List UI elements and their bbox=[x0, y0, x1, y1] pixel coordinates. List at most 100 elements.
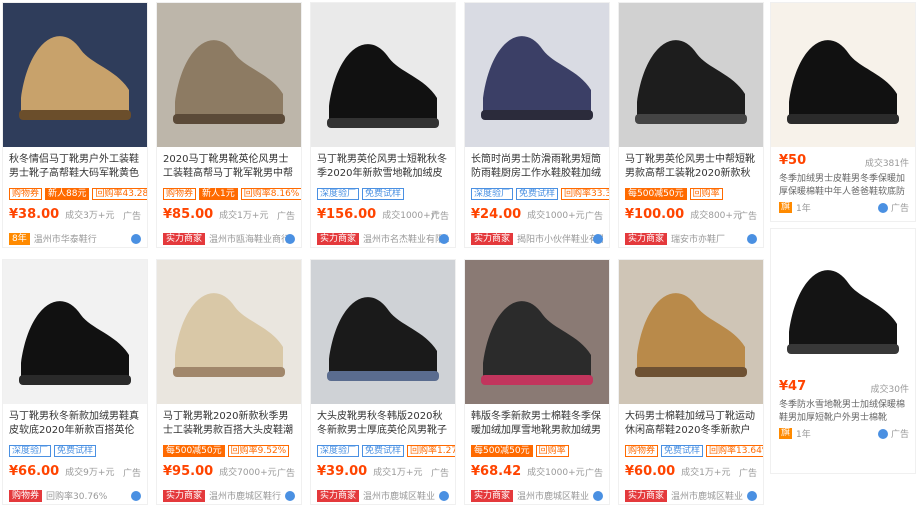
product-card[interactable]: 2020马丁靴男靴英伦风男士工装鞋高帮马丁靴军靴男中帮男鞋购物券新人1元回购率8… bbox=[156, 2, 302, 248]
service-icon[interactable] bbox=[747, 491, 757, 501]
product-price: ¥38.00 成交3万+元 bbox=[9, 207, 114, 222]
product-card[interactable]: 马丁靴男靴2020新款秋季男士工装靴男款百搭大头皮鞋潮流休闲高帮男鞋每500减5… bbox=[156, 259, 302, 505]
product-image[interactable] bbox=[311, 3, 456, 147]
product-image[interactable] bbox=[3, 3, 148, 147]
shop-name[interactable]: 瑞安市亦鞋厂 bbox=[671, 232, 725, 245]
product-card[interactable]: 马丁靴男秋冬新款加绒男鞋真皮软底2020年新款百搭英伦风韩版男靴子深度验厂免费试… bbox=[2, 259, 148, 505]
product-image[interactable] bbox=[157, 3, 302, 147]
product-card[interactable]: 韩版冬季新款男士棉鞋冬季保暖加绒加厚雪地靴男款加绒男士短靴棉鞋每500减50元回… bbox=[464, 259, 610, 505]
price-value: ¥39.00 bbox=[317, 464, 368, 479]
product-tag: 回购率1.27% bbox=[407, 445, 455, 457]
product-image-wrap[interactable] bbox=[3, 3, 148, 147]
shop-row[interactable]: 实力商家揭阳市小伙伴鞋业有限公司 bbox=[471, 232, 603, 245]
product-image[interactable] bbox=[619, 260, 764, 404]
side-product-card[interactable]: ¥50 成交381件冬季加绒男士皮鞋男冬季保暖加厚保暖棉鞋中年人爸爸鞋软底防滑男鞋… bbox=[770, 2, 916, 222]
service-icon[interactable] bbox=[877, 428, 888, 439]
side-title[interactable]: 冬季防水雪地靴男士加绒保暖棉鞋男加厚短靴户外男士棉靴 bbox=[779, 399, 909, 425]
product-card[interactable]: 大头皮靴男秋冬韩版2020秋冬新款男士厚底英伦风男靴子百搭时尚短靴深度验厂免费试… bbox=[310, 259, 456, 505]
product-card[interactable]: 马丁靴男英伦风男士短靴秋冬季2020年新款雪地靴加绒皮靴保暖靴子深度验厂免费试样… bbox=[310, 2, 456, 248]
product-image-wrap[interactable] bbox=[157, 3, 302, 147]
product-title[interactable]: 马丁靴男秋冬新款加绒男鞋真皮软底2020年新款百搭英伦风韩版男靴子 bbox=[9, 410, 143, 438]
product-tag: 每500减50元 bbox=[163, 445, 225, 457]
product-card[interactable]: 秋冬情侣马丁靴男户外工装鞋男士靴子高帮鞋大码军靴黄色 购物券 新人88元 回购率43.… bbox=[2, 2, 148, 248]
shop-name[interactable]: 温州市鹿城区鞋业 bbox=[671, 489, 743, 502]
product-image-wrap[interactable] bbox=[157, 260, 302, 404]
product-image[interactable] bbox=[157, 260, 302, 404]
product-title[interactable]: 马丁靴男英伦风男士短靴秋冬季2020年新款雪地靴加绒皮靴保暖靴子 bbox=[317, 153, 451, 181]
product-card[interactable]: 长筒时尚男士防滑雨靴男短筒防雨鞋厨房工作水鞋胶鞋加绒雨靴子深度验厂免费试样回购率… bbox=[464, 2, 610, 248]
shop-name[interactable]: 温州市华泰鞋行 bbox=[34, 232, 97, 245]
shop-name[interactable]: 温州市名杰鞋业有限公司 bbox=[363, 232, 449, 245]
shop-name[interactable]: 温州市瓯海鞋业商行 bbox=[209, 232, 290, 245]
product-image[interactable] bbox=[771, 3, 916, 147]
product-image[interactable] bbox=[465, 260, 610, 404]
product-image[interactable] bbox=[465, 3, 610, 147]
product-image[interactable] bbox=[771, 229, 916, 373]
product-title[interactable]: 秋冬情侣马丁靴男户外工装鞋男士靴子高帮鞋大码军靴黄色 bbox=[9, 153, 143, 181]
service-icon[interactable] bbox=[439, 491, 449, 501]
shop-row[interactable]: 实力商家 温州市鹿城区鞋业 bbox=[317, 489, 449, 502]
side-product-image-wrap[interactable] bbox=[771, 229, 915, 373]
product-title[interactable]: 大码男士棉鞋加绒马丁靴运动休闲高帮鞋2020冬季新款户外保暖棉鞋 bbox=[625, 410, 759, 438]
shop-row[interactable]: 实力商家 温州市鹿城区鞋业 bbox=[471, 489, 603, 502]
product-image-wrap[interactable] bbox=[619, 260, 764, 404]
product-title[interactable]: 马丁靴男英伦风男士中帮短靴男款高帮工装靴2020新款秋冬男鞋子 bbox=[625, 153, 759, 181]
product-price: ¥68.42 成交1000+元 bbox=[471, 464, 585, 479]
product-title[interactable]: 长筒时尚男士防滑雨靴男短筒防雨鞋厨房工作水鞋胶鞋加绒雨靴子 bbox=[471, 153, 605, 181]
price-value: ¥66.00 bbox=[9, 464, 60, 479]
shop-row[interactable]: 实力商家 温州市瓯海鞋业商行 bbox=[163, 232, 295, 245]
boot-sole bbox=[173, 114, 285, 124]
shop-row[interactable]: 实力商家 温州市鹿城区鞋行 bbox=[163, 489, 295, 502]
shop-name[interactable]: 温州市鹿城区鞋行 bbox=[209, 489, 281, 502]
product-tag: 购物券 bbox=[163, 188, 197, 200]
side-title[interactable]: 冬季加绒男士皮鞋男冬季保暖加厚保暖棉鞋中年人爸爸鞋软底防滑男鞋 bbox=[779, 173, 909, 199]
boot-sole bbox=[787, 114, 899, 124]
shop-row[interactable]: 实力商家 瑞安市亦鞋厂 bbox=[625, 232, 757, 245]
product-image-wrap[interactable] bbox=[311, 260, 456, 404]
shop-name[interactable]: 温州市鹿城区鞋业 bbox=[517, 489, 589, 502]
product-image-wrap[interactable] bbox=[619, 3, 764, 147]
product-title[interactable]: 2020马丁靴男靴英伦风男士工装鞋高帮马丁靴军靴男中帮男鞋 bbox=[163, 153, 297, 181]
product-title[interactable]: 韩版冬季新款男士棉鞋冬季保暖加绒加厚雪地靴男款加绒男士短靴棉鞋 bbox=[471, 410, 605, 438]
shop-name[interactable]: 回购率30.76% bbox=[46, 489, 107, 502]
service-icon[interactable] bbox=[593, 234, 603, 244]
shop-row[interactable]: 购物券 回购率30.76% bbox=[9, 489, 141, 502]
price-value: ¥100.00 bbox=[625, 207, 685, 222]
service-icon[interactable] bbox=[747, 234, 757, 244]
side-product-card[interactable]: ¥47 成交30件 冬季防水雪地靴男士加绒保暖棉鞋男加厚短靴户外男士棉靴旗 1年 广告 bbox=[770, 228, 916, 474]
product-card[interactable]: 大码男士棉鞋加绒马丁靴运动休闲高帮鞋2020冬季新款户外保暖棉鞋购物券免费试样回… bbox=[618, 259, 764, 505]
side-product-image-wrap[interactable] bbox=[771, 3, 915, 147]
service-icon[interactable] bbox=[593, 491, 603, 501]
shop-row[interactable]: 实力商家 温州市鹿城区鞋业 bbox=[625, 489, 757, 502]
service-icon[interactable] bbox=[131, 491, 141, 501]
ad-label: 广告 bbox=[122, 212, 141, 222]
product-image-wrap[interactable] bbox=[311, 3, 456, 147]
product-image[interactable] bbox=[3, 260, 148, 404]
shop-name[interactable]: 揭阳市小伙伴鞋业有限公司 bbox=[517, 232, 603, 245]
product-tag: 深度验厂 bbox=[317, 445, 360, 457]
product-title[interactable]: 马丁靴男靴2020新款秋季男士工装靴男款百搭大头皮鞋潮流休闲高帮男鞋 bbox=[163, 410, 297, 438]
service-icon[interactable] bbox=[439, 234, 449, 244]
boot-sole bbox=[481, 110, 593, 120]
product-image[interactable] bbox=[619, 3, 764, 147]
shop-row[interactable]: 8年 温州市华泰鞋行 bbox=[9, 232, 141, 245]
service-icon[interactable] bbox=[131, 234, 141, 244]
service-icon[interactable] bbox=[877, 202, 888, 213]
ad-label: 广告 bbox=[584, 212, 603, 222]
product-image-wrap[interactable] bbox=[3, 260, 148, 404]
boot-sole bbox=[173, 367, 285, 377]
product-image-wrap[interactable] bbox=[465, 3, 610, 147]
shop-row[interactable]: 实力商家温州市名杰鞋业有限公司 bbox=[317, 232, 449, 245]
product-title[interactable]: 大头皮靴男秋冬韩版2020秋冬新款男士厚底英伦风男靴子百搭时尚短靴 bbox=[317, 410, 451, 438]
price-value: ¥38.00 bbox=[9, 207, 60, 222]
product-tag: 免费试样 bbox=[516, 188, 559, 200]
product-grid: 秋冬情侣马丁靴男户外工装鞋男士靴子高帮鞋大码军靴黄色 购物券 新人88元 回购率43.… bbox=[0, 0, 920, 505]
product-image[interactable] bbox=[311, 260, 456, 404]
shop-name[interactable]: 温州市鹿城区鞋业 bbox=[363, 489, 435, 502]
service-icon[interactable] bbox=[285, 491, 295, 501]
product-image-wrap[interactable] bbox=[465, 260, 610, 404]
service-icon[interactable] bbox=[285, 234, 295, 244]
product-card[interactable]: 马丁靴男英伦风男士中帮短靴男款高帮工装靴2020新款秋冬男鞋子每500减50元回… bbox=[618, 2, 764, 248]
product-tag: 深度验厂 bbox=[317, 188, 360, 200]
side-ad: 广告 bbox=[877, 201, 909, 214]
